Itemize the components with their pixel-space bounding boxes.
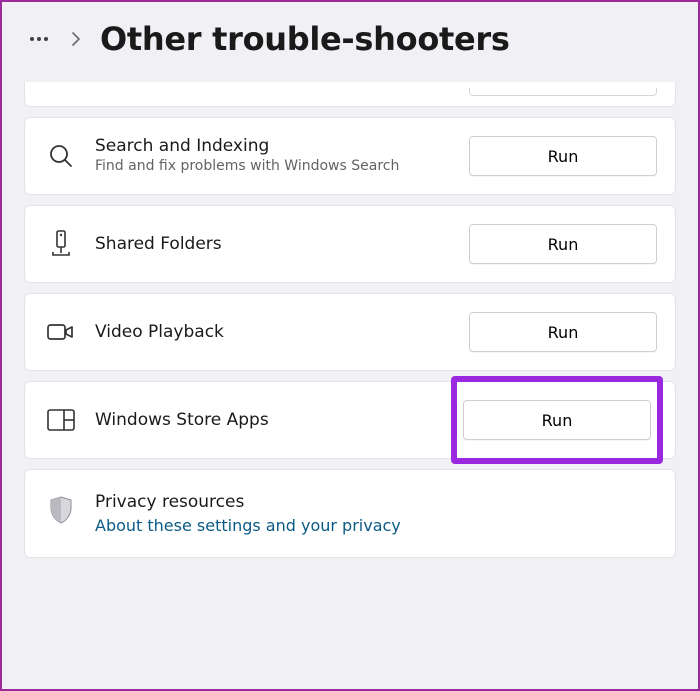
troubleshooter-row-shared-folders: Shared Folders Run [24, 205, 676, 283]
troubleshooter-title: Windows Store Apps [95, 410, 447, 430]
partial-card [24, 82, 676, 107]
privacy-title: Privacy resources [95, 492, 647, 512]
run-button-search-indexing[interactable]: Run [469, 136, 657, 176]
shared-folders-icon [43, 226, 79, 262]
troubleshooter-row-search-indexing: Search and Indexing Find and fix problem… [24, 117, 676, 195]
page-title: Other trouble-shooters [100, 20, 510, 58]
privacy-link[interactable]: About these settings and your privacy [95, 516, 401, 535]
troubleshooter-row-video-playback: Video Playback Run [24, 293, 676, 371]
run-button-windows-store-apps[interactable]: Run [463, 400, 651, 440]
troubleshooter-row-windows-store-apps: Windows Store Apps Run [24, 381, 676, 459]
video-camera-icon [43, 314, 79, 350]
troubleshooter-title: Search and Indexing [95, 136, 459, 156]
run-button-shared-folders[interactable]: Run [469, 224, 657, 264]
shield-icon [43, 492, 79, 528]
troubleshooter-title: Video Playback [95, 322, 459, 342]
troubleshooter-title: Shared Folders [95, 234, 459, 254]
more-menu-icon[interactable] [26, 27, 52, 51]
troubleshooter-desc: Find and fix problems with Windows Searc… [95, 158, 459, 176]
chevron-right-icon [70, 30, 82, 48]
search-icon [43, 138, 79, 174]
windows-store-icon [43, 402, 79, 438]
privacy-resources-card: Privacy resources About these settings a… [24, 469, 676, 558]
run-button-video-playback[interactable]: Run [469, 312, 657, 352]
